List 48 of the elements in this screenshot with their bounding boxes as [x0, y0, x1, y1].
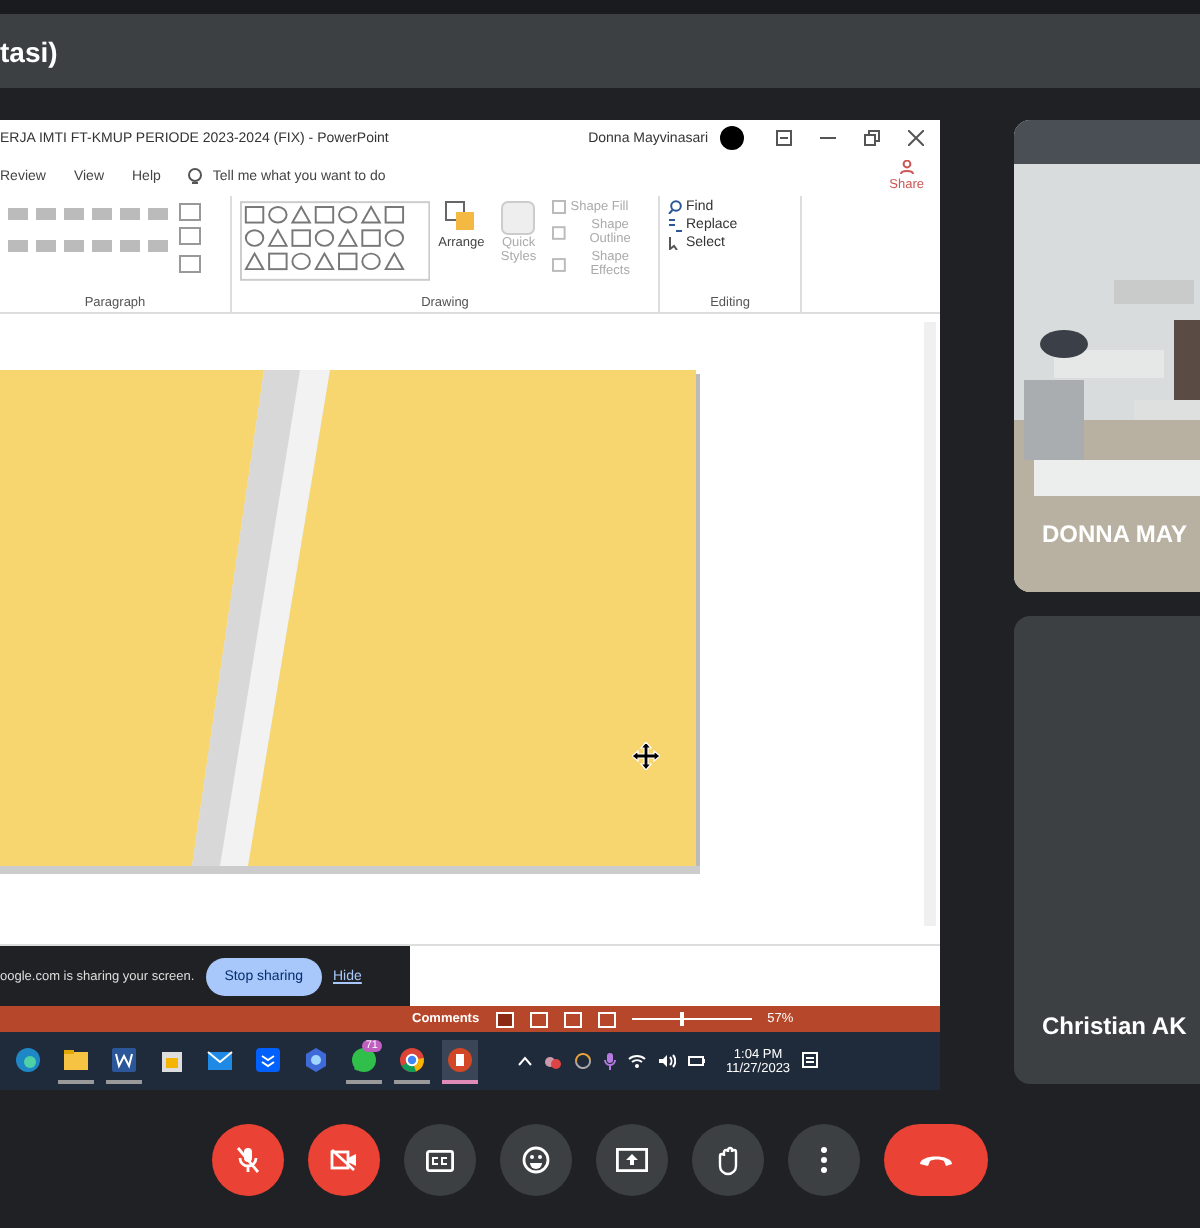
quick-styles-icon	[500, 200, 537, 236]
slides-app-icon	[446, 1045, 474, 1073]
camera-off-icon	[330, 1148, 358, 1172]
speaker-icon[interactable]	[658, 1054, 676, 1068]
leave-call-button[interactable]	[884, 1124, 988, 1196]
raise-hand-button[interactable]	[692, 1124, 764, 1196]
sync-icon[interactable]	[574, 1052, 592, 1070]
search-icon	[668, 200, 682, 214]
shape-style-icon	[552, 257, 567, 271]
ribbon-display-icon[interactable]	[776, 130, 792, 146]
microphone-button[interactable]	[212, 1124, 284, 1196]
paragraph-tools-icon[interactable]	[8, 200, 204, 276]
avatar-icon	[720, 126, 744, 150]
hand-icon	[716, 1145, 740, 1175]
restore-icon[interactable]	[864, 130, 880, 146]
lightbulb-icon	[188, 167, 203, 185]
folder-icon	[62, 1045, 90, 1073]
participant-name: DONNA MAY	[1042, 520, 1187, 548]
chrome-icon	[398, 1045, 426, 1073]
chevron-up-icon[interactable]	[518, 1056, 532, 1066]
microphone-muted-icon	[236, 1146, 260, 1174]
present-button[interactable]	[596, 1124, 668, 1196]
phone-hangup-icon	[918, 1152, 954, 1168]
smiley-icon	[522, 1146, 550, 1174]
camera-button[interactable]	[308, 1124, 380, 1196]
wifi-icon[interactable]	[628, 1054, 646, 1068]
notification-icon[interactable]	[802, 1052, 819, 1070]
captions-button[interactable]	[404, 1124, 476, 1196]
present-screen-icon	[616, 1148, 648, 1172]
battery-icon[interactable]	[688, 1054, 706, 1068]
more-icon	[820, 1146, 828, 1174]
participant-name: Christian AK	[1042, 1012, 1187, 1040]
taskbar-button[interactable]	[442, 1039, 478, 1083]
replace-icon	[668, 218, 682, 232]
shapes-gallery-icon[interactable]	[240, 200, 431, 282]
presenter-title: tasi)	[0, 35, 58, 67]
mail-icon	[206, 1045, 234, 1073]
close-icon[interactable]	[908, 130, 924, 146]
reactions-button[interactable]	[500, 1124, 572, 1196]
captions-icon	[426, 1149, 454, 1171]
cloud-icon[interactable]	[544, 1053, 562, 1069]
microphone-icon[interactable]	[604, 1052, 616, 1070]
hexagon-icon	[302, 1045, 330, 1073]
word-icon	[110, 1045, 138, 1073]
move-cursor-icon	[632, 742, 660, 770]
zoom-slider-thumb[interactable]	[679, 1012, 684, 1026]
person-icon	[899, 160, 914, 174]
arrange-icon	[443, 200, 480, 236]
